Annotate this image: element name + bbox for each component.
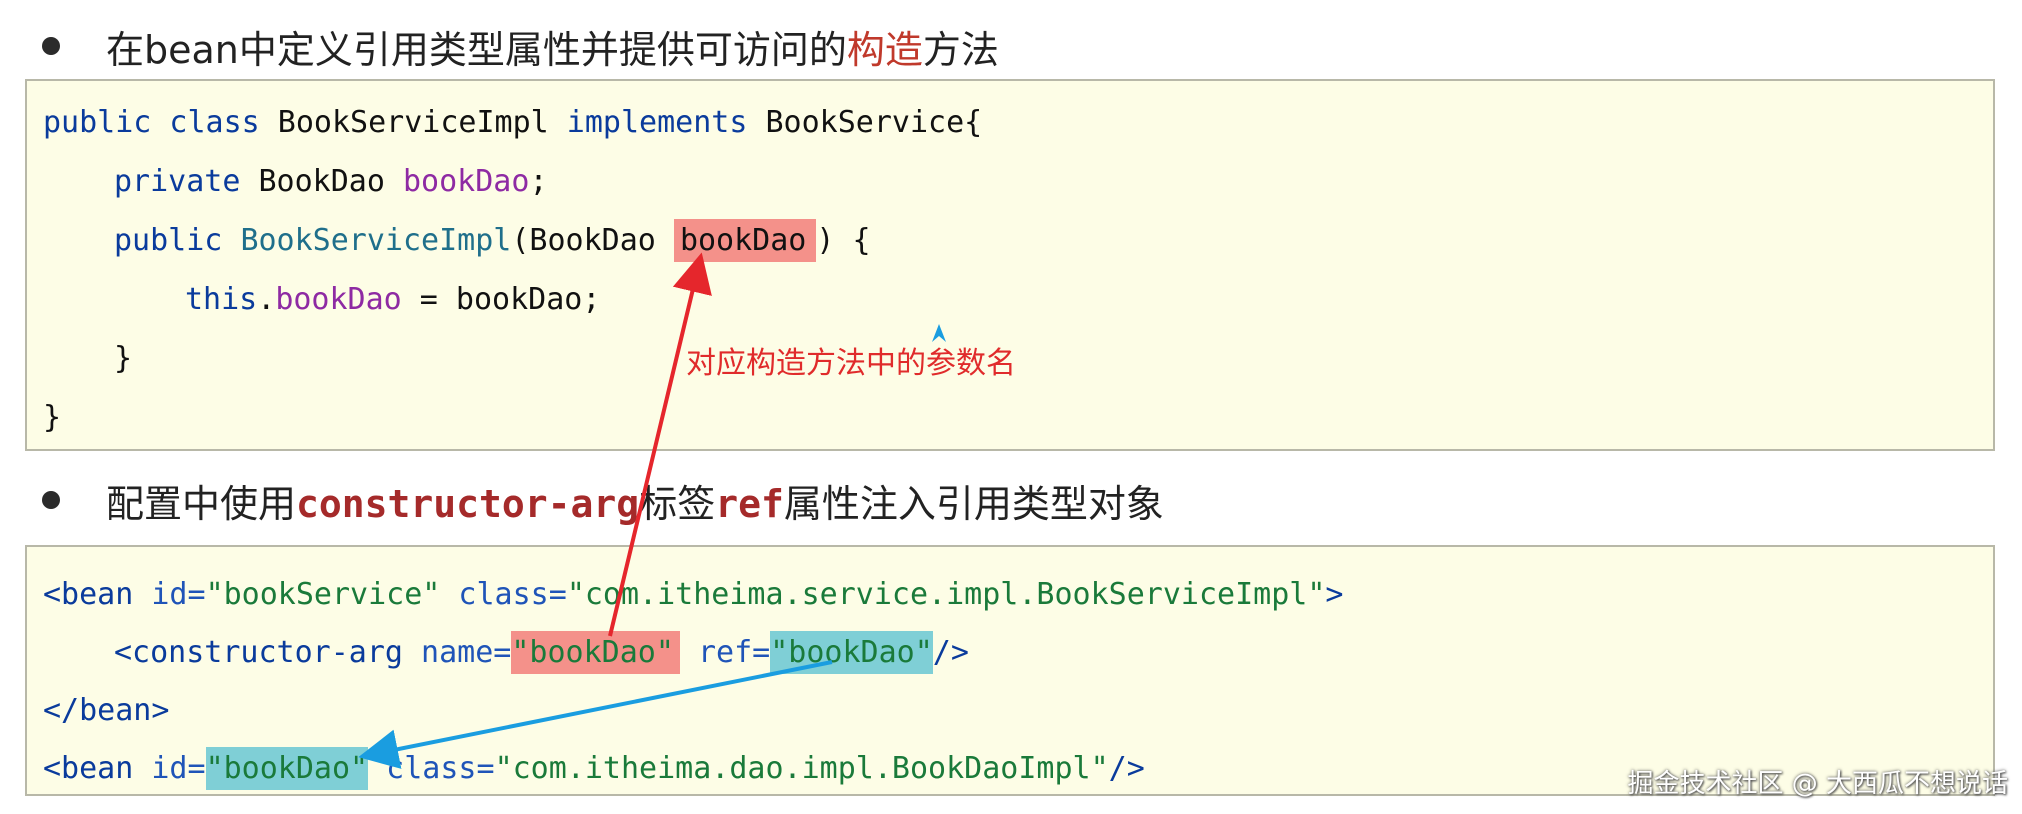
highlight-construct: 构造 [846, 27, 923, 72]
code-line: this.bookDao = bookDao; [185, 282, 601, 317]
bullet-dot-icon [42, 37, 60, 55]
bullet-2-text: 配置中使用constructor-arg标签ref属性注入引用类型对象 [106, 481, 1164, 526]
code-line: <constructor-arg name="bookDao" ref="boo… [114, 631, 969, 675]
bullet-1: 在bean中定义引用类型属性并提供可访问的构造方法 [42, 16, 999, 76]
code-line: <bean id="bookDao" class="com.itheima.da… [43, 747, 1145, 791]
annotation-label: 对应构造方法中的参数名 [686, 346, 1016, 381]
code-line: public BookServiceImpl(BookDao bookDao) … [114, 219, 871, 263]
java-code-block: public class BookServiceImpl implements … [25, 79, 1995, 451]
xml-code-block: <bean id="bookService" class="com.itheim… [25, 545, 1995, 796]
code-line: <bean id="bookService" class="com.itheim… [43, 577, 1344, 612]
name-bookdao-highlight: "bookDao" [511, 631, 680, 674]
param-bookdao-highlight: bookDao [673, 219, 817, 262]
code-line: private BookDao bookDao; [114, 164, 548, 199]
bullet-1-text: 在bean中定义引用类型属性并提供可访问的构造方法 [106, 27, 999, 72]
id-bookdao-highlight: "bookDao" [205, 747, 369, 790]
bullet-2: 配置中使用constructor-arg标签ref属性注入引用类型对象 [42, 470, 1164, 530]
code-line: } [43, 400, 62, 435]
ref-bookdao-highlight: "bookDao" [770, 631, 933, 674]
bullet-dot-icon [42, 491, 60, 509]
code-line: </bean> [43, 693, 170, 728]
code-line: public class BookServiceImpl implements … [43, 105, 983, 140]
code-line: } [114, 341, 133, 376]
watermark: 掘金技术社区 @ 大西瓜不想说话 [1627, 769, 2008, 799]
